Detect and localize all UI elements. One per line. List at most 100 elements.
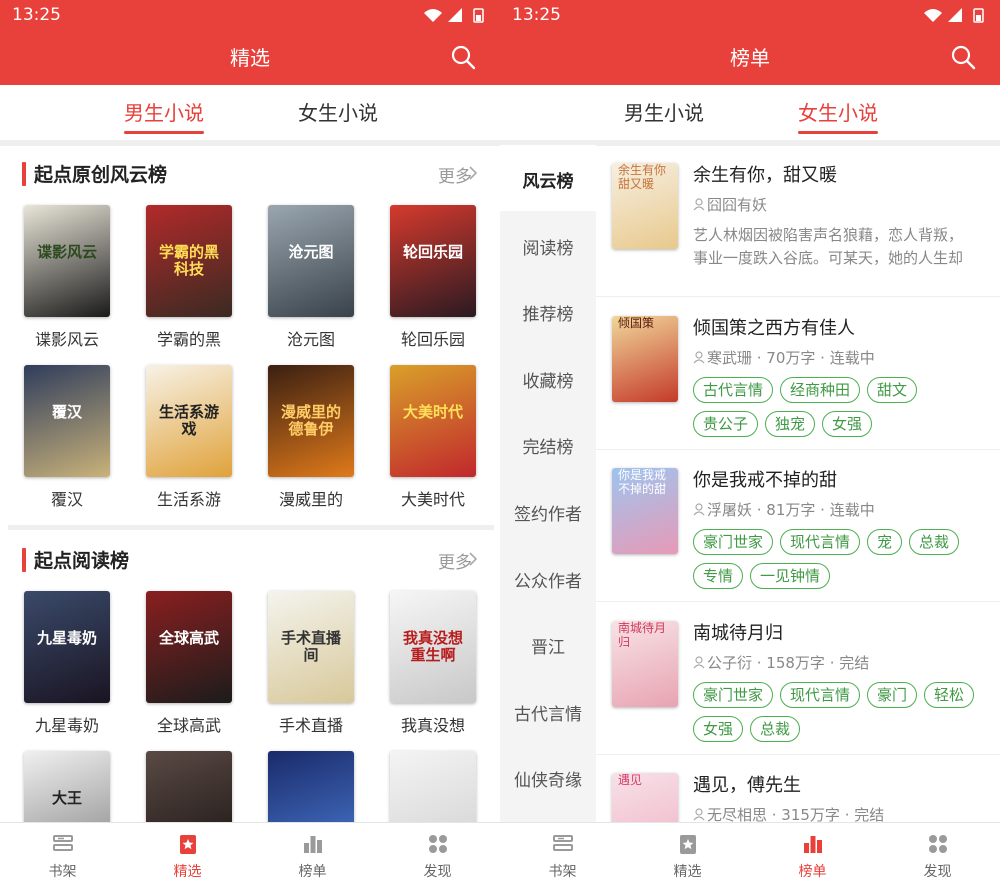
rank-category-item[interactable]: 签约作者 (500, 478, 596, 544)
chevron-right-icon[interactable] (468, 552, 478, 566)
genre-tag[interactable]: 现代言情 (780, 529, 861, 555)
book-item[interactable]: 轮回乐园 轮回乐园 (390, 205, 476, 349)
rank-category-item[interactable]: 完结榜 (500, 411, 596, 477)
nav-label: 书架 (48, 864, 77, 880)
book-title: 漫威里的 (278, 490, 343, 509)
book-item[interactable]: 沧元图 沧元图 (268, 205, 354, 349)
book-cover[interactable]: 余生有你甜又暖 (612, 163, 678, 249)
genre-tag[interactable]: 豪门世家 (693, 529, 774, 555)
tab-male[interactable]: 男生小说 (624, 97, 704, 126)
genre-tag[interactable]: 豪门 (867, 681, 918, 708)
book-item[interactable]: 全球高武 全球高武 (146, 591, 232, 735)
book-item[interactable]: 覆汉 覆汉 (24, 365, 110, 509)
author-and-stats: 囧囧有妖 (707, 196, 768, 214)
book-cover[interactable]: 倾国策 (612, 315, 678, 402)
more-link[interactable]: 更多 (438, 548, 472, 573)
rank-book-row[interactable]: 余生有你甜又暖 余生有你，甜又暖 囧囧有妖 艺人林烟因被陷害声名狼藉，恋人背叛， 事业一… (596, 145, 1000, 297)
genre-tag[interactable]: 宠 (867, 529, 903, 555)
featured-icon (680, 835, 696, 854)
book-cover[interactable]: 沧元图 (268, 205, 354, 317)
nav-item[interactable]: 书架 (500, 823, 625, 888)
nav-item[interactable]: 发现 (875, 823, 1000, 888)
book-cover[interactable]: 大美时代 (390, 365, 476, 477)
left-screen: 13:25 精选 男生小说 女生小说 起点原创风云榜 更多 谍影风云 谍影风云 学霸… (0, 0, 500, 888)
rank-category-item[interactable]: 阅读榜 (500, 212, 596, 278)
book-meta: 寒武珊 · 70万字 · 连载中 (693, 347, 875, 368)
genre-tag[interactable]: 一见钟情 (750, 563, 831, 589)
rank-book-row[interactable]: 南城待月归 南城待月归 公子衍 · 158万字 · 完结 豪门世家 现代言情 豪门 轻松 女强… (596, 603, 1000, 755)
book-item[interactable]: 大美时代 大美时代 (390, 365, 476, 509)
genre-tag[interactable]: 专情 (693, 563, 744, 589)
author-icon (693, 350, 705, 363)
book-item[interactable]: 九星毒奶 九星毒奶 (24, 591, 110, 735)
book-cover[interactable]: 漫威里的德鲁伊 (268, 365, 354, 477)
book-cover[interactable]: 九星毒奶 (24, 591, 110, 703)
rank-category-item[interactable]: 推荐榜 (500, 278, 596, 344)
genre-tag[interactable]: 独宠 (765, 410, 816, 437)
discover-icon (929, 835, 947, 853)
rank-category-item[interactable]: 古代言情 (500, 678, 596, 744)
genre-tag[interactable]: 经商种田 (780, 376, 861, 403)
rank-category-item[interactable]: 仙侠奇缘 (500, 744, 596, 810)
book-item[interactable]: 漫威里的德鲁伊漫威里的 (268, 365, 354, 509)
book-item[interactable]: 学霸的黑科技 学霸的黑 (146, 205, 232, 349)
book-cover[interactable]: 覆汉 (24, 365, 110, 477)
genre-tag[interactable]: 轻松 (924, 681, 975, 708)
genre-tag[interactable]: 甜文 (867, 376, 918, 403)
section-title: 起点原创风云榜 (34, 164, 168, 186)
cover-title-text: 倾国策 (618, 315, 655, 330)
tab-female[interactable]: 女生小说 (798, 97, 878, 134)
book-title: 手术直播 (278, 716, 343, 735)
rank-category-item[interactable]: 晋江 (500, 611, 596, 677)
genre-tag[interactable]: 现代言情 (780, 681, 861, 708)
search-icon[interactable] (450, 44, 476, 70)
nav-item[interactable]: 书架 (0, 823, 125, 888)
tab-female[interactable]: 女生小说 (298, 97, 378, 126)
genre-tag[interactable]: 总裁 (750, 715, 801, 742)
genre-tag[interactable]: 古代言情 (693, 376, 774, 403)
book-item[interactable]: 生活系游戏 生活系游 (146, 365, 232, 509)
rank-category-item[interactable]: 收藏榜 (500, 345, 596, 411)
tab-male[interactable]: 男生小说 (124, 97, 204, 134)
cover-title-text: 大美时代 (402, 403, 463, 421)
book-cover[interactable]: 遇见 (612, 773, 678, 822)
book-cover[interactable]: 生活系游戏 (146, 365, 232, 477)
book-cover[interactable]: 南城待月归 (612, 620, 678, 707)
nav-item[interactable]: 榜单 (250, 823, 375, 888)
rank-category-item[interactable]: 公众作者 (500, 545, 596, 611)
search-icon[interactable] (950, 44, 976, 70)
rank-category-sidebar: 风云榜 阅读榜 推荐榜 收藏榜 完结榜 签约作者 公众作者 晋江 古代言情 仙侠奇缘 (500, 145, 596, 822)
nav-item[interactable]: 精选 (625, 823, 750, 888)
book-item[interactable]: 我真没想重生啊 我真没想 (390, 591, 476, 735)
page-title: 精选 (230, 46, 270, 70)
book-cover[interactable]: 全球高武 (146, 591, 232, 703)
genre-tag[interactable]: 女强 (693, 715, 744, 742)
rank-book-row[interactable]: 遇见 遇见，傅先生 无尽相思 · 315万字 · 完结 (596, 755, 1000, 822)
rank-book-row[interactable]: 你是我戒不掉的甜 你是我戒不掉的甜 浮屠妖 · 81万字 · 连载中 豪门世家 现代言情… (596, 450, 1000, 602)
book-cover[interactable]: 你是我戒不掉的甜 (612, 468, 678, 554)
section-title: 起点阅读榜 (34, 550, 130, 572)
genre-tag[interactable]: 总裁 (909, 529, 960, 555)
nav-item[interactable]: 精选 (125, 823, 250, 888)
book-cover[interactable]: 学霸的黑科技 (146, 205, 232, 317)
genre-tag[interactable]: 女强 (822, 410, 873, 437)
book-cover[interactable]: 手术直播间 (268, 591, 354, 703)
genre-tag[interactable]: 贵公子 (693, 410, 759, 437)
book-item[interactable]: 谍影风云 谍影风云 (24, 205, 110, 349)
rank-category-item[interactable]: 风云榜 (500, 145, 596, 211)
book-cover[interactable]: 我真没想重生啊 (390, 591, 476, 703)
more-link[interactable]: 更多 (438, 162, 472, 187)
book-item[interactable]: 手术直播间 手术直播 (268, 591, 354, 735)
chevron-right-icon[interactable] (468, 166, 478, 180)
book-cover[interactable]: 谍影风云 (24, 205, 110, 317)
book-title: 覆汉 (50, 490, 83, 509)
book-cover[interactable]: 轮回乐园 (390, 205, 476, 317)
description-line: 艺人林烟因被陷害声名狼藉，恋人背叛， (693, 226, 964, 244)
rank-book-row[interactable]: 倾国策 倾国策之西方有佳人 寒武珊 · 70万字 · 连载中 古代言情 经商种田 甜文 贵公… (596, 298, 1000, 450)
cover-title-text: 生活系游戏 (158, 403, 219, 438)
nav-item[interactable]: 发现 (375, 823, 500, 888)
genre-tag[interactable]: 豪门世家 (693, 681, 774, 708)
description-line: 事业一度跌入谷底。可某天，她的人生却 (693, 249, 964, 267)
nav-item[interactable]: 榜单 (750, 823, 875, 888)
tag-list: 古代言情 经商种田 甜文贵公子 独宠 女强 (693, 376, 993, 445)
